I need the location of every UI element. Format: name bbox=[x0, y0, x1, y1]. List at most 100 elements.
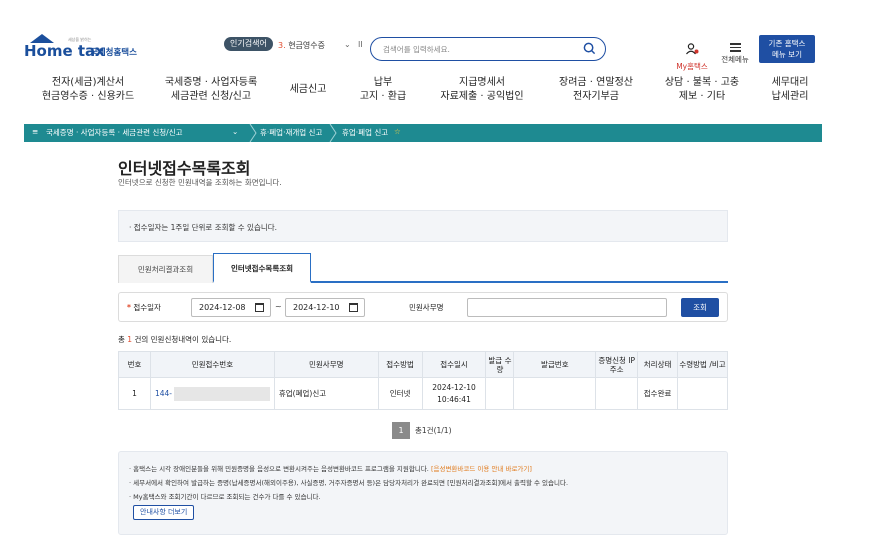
receipt-table: 번호 민원접수번호 민원사무명 접수방법 접수일시 발급 수량 발급번호 증명신… bbox=[118, 351, 728, 410]
gnb-label: 국세증명 · 사업자등록 bbox=[164, 77, 258, 88]
service-name-input[interactable] bbox=[467, 298, 667, 317]
breadcrumb-level2[interactable]: 휴·폐업·재개업 신고 bbox=[260, 127, 322, 138]
logo-name: 국세청홈택스 bbox=[90, 48, 137, 58]
pagination-summary: 총1건(1/1) bbox=[415, 426, 452, 435]
legacy-menu-button[interactable]: 기존 홈택스 메뉴 보기 bbox=[759, 35, 815, 63]
service-name-label: 민원사무명 bbox=[409, 303, 444, 312]
gnb-label: 상담 · 불복 · 고충 bbox=[664, 77, 740, 88]
header-method: 접수방법 bbox=[377, 351, 423, 378]
hometax-logo[interactable]: 세상을 밝히는 Home tax 국세청홈택스 bbox=[24, 34, 150, 64]
menu-icon[interactable]: ≡ bbox=[32, 127, 38, 136]
gnb-sublabel: 제보 · 기타 bbox=[678, 91, 726, 102]
popular-rank-number: 3. bbox=[278, 41, 286, 50]
chevron-down-icon[interactable]: ⌄ bbox=[344, 40, 351, 49]
info-box: · 홈택스는 시각 장애인분들을 위해 민원증명을 음성으로 변환시켜주는 음성… bbox=[118, 451, 728, 535]
search-icon[interactable] bbox=[583, 42, 596, 55]
header-status: 처리상태 bbox=[637, 351, 679, 378]
gnb-sublabel: 전자기부금 bbox=[573, 91, 619, 102]
header-quantity: 발급 수량 bbox=[485, 351, 515, 378]
notice-text: · 접수일자는 1주일 단위로 조회할 수 있습니다. bbox=[129, 223, 278, 232]
hamburger-icon bbox=[718, 43, 752, 52]
cell-method: 인터넷 bbox=[377, 377, 423, 410]
header-remark: 수령방법 /비고 bbox=[677, 351, 728, 378]
cell-status: 접수완료 bbox=[637, 377, 679, 410]
gnb-item-e-invoice[interactable]: 전자(세금)계산서 현금영수증 · 신용카드 bbox=[36, 76, 140, 104]
search-filter: * 접수일자 2024-12-08 ~ 2024-12-10 민원사무명 조회 bbox=[118, 292, 728, 322]
popular-search-badge: 인기검색어 bbox=[224, 37, 273, 51]
gnb-label: 지급명세서 bbox=[459, 77, 505, 88]
receipt-no-link[interactable]: 144- bbox=[155, 389, 172, 398]
search-placeholder: 검색어를 입력하세요. bbox=[383, 45, 450, 54]
gnb-label: 납부 bbox=[373, 77, 393, 88]
gnb-label: 전자(세금)계산서 bbox=[51, 77, 125, 88]
gnb-label: 세무대리 bbox=[771, 77, 809, 88]
gnb-item-certificate[interactable]: 국세증명 · 사업자등록 세금관련 신청/신고 bbox=[154, 76, 268, 104]
info-line-3: · My홈택스와 조회기간이 다르므로 조회되는 건수가 다를 수 있습니다. bbox=[129, 493, 321, 501]
masked-receipt-number bbox=[173, 386, 270, 401]
search-input[interactable]: 검색어를 입력하세요. bbox=[370, 37, 606, 61]
info-line-1: · 홈택스는 시각 장애인분들을 위해 민원증명을 음성으로 변환시켜주는 음성… bbox=[129, 463, 532, 473]
date-label: * 접수일자 bbox=[127, 302, 161, 313]
gnb-item-incentive[interactable]: 장려금 · 연말정산 전자기부금 bbox=[548, 76, 644, 104]
page-description: 인터넷으로 신청한 민원내역을 조회하는 화면입니다. bbox=[118, 178, 282, 187]
chevron-down-icon[interactable]: ⌄ bbox=[232, 127, 238, 136]
date-from-value: 2024-12-08 bbox=[199, 303, 246, 312]
required-mark: * bbox=[127, 303, 131, 312]
date-from-field[interactable]: 2024-12-08 bbox=[191, 298, 271, 317]
gnb-item-payment[interactable]: 납부 고지 · 환급 bbox=[352, 76, 414, 104]
breadcrumb-level3: 휴업·폐업 신고 bbox=[342, 128, 389, 137]
popular-keyword[interactable]: 현금영수증 bbox=[288, 41, 325, 50]
header-issue-no: 발급번호 bbox=[513, 351, 597, 378]
gnb-label: 세금신고 bbox=[289, 84, 327, 95]
cell-issue-no bbox=[513, 377, 597, 410]
cell-time: 10:46:41 bbox=[437, 394, 471, 404]
gnb-item-payment-statement[interactable]: 지급명세서 자료제출 · 공익법인 bbox=[432, 76, 532, 104]
all-menu-button[interactable]: 전체메뉴 bbox=[718, 41, 752, 65]
all-menu-label: 전체메뉴 bbox=[721, 54, 749, 64]
date-label-text: 접수일자 bbox=[133, 303, 161, 312]
gnb-label: 장려금 · 연말정산 bbox=[559, 77, 633, 88]
cell-quantity bbox=[485, 377, 515, 410]
cell-remark bbox=[677, 377, 728, 410]
date-range-separator: ~ bbox=[275, 302, 282, 311]
result-suffix: 건의 민원신청내역이 있습니다. bbox=[134, 335, 232, 344]
info-line-1-text: · 홈택스는 시각 장애인분들을 위해 민원증명을 음성으로 변환시켜주는 음성… bbox=[129, 465, 429, 473]
result-count: 총 1 건의 민원신청내역이 있습니다. bbox=[118, 334, 231, 345]
favorite-star-icon[interactable]: ☆ bbox=[394, 127, 401, 136]
calendar-icon[interactable] bbox=[255, 303, 264, 312]
date-to-field[interactable]: 2024-12-10 bbox=[285, 298, 365, 317]
cell-no: 1 bbox=[118, 377, 151, 410]
user-icon bbox=[686, 43, 699, 55]
tab-result-inquiry[interactable]: 민원처리결과조회 bbox=[118, 255, 213, 283]
search-button[interactable]: 조회 bbox=[681, 298, 719, 317]
more-info-button[interactable]: 안내사항 더보기 bbox=[133, 505, 195, 520]
page-title: 인터넷접수목록조회 bbox=[118, 159, 251, 178]
voice-barcode-link[interactable]: [음성변환바코드 이용 안내 바로가기] bbox=[431, 465, 532, 473]
gnb-item-consult[interactable]: 상담 · 불복 · 고충 제보 · 기타 bbox=[656, 76, 748, 104]
cell-service-name: 휴업(폐업)신고 bbox=[273, 377, 379, 410]
calendar-icon[interactable] bbox=[349, 303, 358, 312]
cell-ip bbox=[595, 377, 639, 410]
tab-bar: 민원처리결과조회 인터넷접수목록조회 bbox=[118, 253, 728, 283]
notice-box: · 접수일자는 1주일 단위로 조회할 수 있습니다. bbox=[118, 210, 728, 242]
global-navigation: 전자(세금)계산서 현금영수증 · 신용카드 국세증명 · 사업자등록 세금관련… bbox=[0, 76, 876, 112]
table-header-row: 번호 민원접수번호 민원사무명 접수방법 접수일시 발급 수량 발급번호 증명신… bbox=[118, 351, 728, 378]
cell-receipt-no[interactable]: 144- bbox=[149, 377, 275, 410]
breadcrumb-level1[interactable]: 국세증명 · 사업자등록 · 세금관련 신청/신고 bbox=[46, 127, 183, 138]
breadcrumb: ≡ 국세증명 · 사업자등록 · 세금관련 신청/신고 ⌄ 휴·폐업·재개업 신… bbox=[24, 124, 822, 142]
gnb-sublabel: 납세관리 bbox=[771, 91, 809, 102]
cell-datetime: 2024-12-10 10:46:41 bbox=[421, 377, 487, 410]
gnb-item-tax-agent[interactable]: 세무대리 납세관리 bbox=[762, 76, 818, 104]
tab-internet-receipt-list[interactable]: 인터넷접수목록조회 bbox=[213, 253, 311, 283]
gnb-sublabel: 고지 · 환급 bbox=[359, 91, 407, 102]
gnb-sublabel: 세금관련 신청/신고 bbox=[170, 91, 252, 102]
legacy-menu-line1: 기존 홈택스 bbox=[768, 39, 806, 48]
gnb-item-tax-return[interactable]: 세금신고 bbox=[282, 83, 334, 97]
date-to-value: 2024-12-10 bbox=[293, 303, 340, 312]
pagination: 1 총1건(1/1) bbox=[392, 420, 452, 439]
pause-icon[interactable]: II bbox=[358, 40, 363, 49]
page-number-button[interactable]: 1 bbox=[392, 422, 410, 439]
popular-keyword-rotator[interactable]: 3. 현금영수증 ⌄ II bbox=[278, 40, 363, 51]
my-hometax-link[interactable]: My홈택스 bbox=[672, 40, 712, 72]
table-row: 1 144- 휴업(폐업)신고 인터넷 2024-12-10 10:46:41 … bbox=[118, 377, 728, 410]
